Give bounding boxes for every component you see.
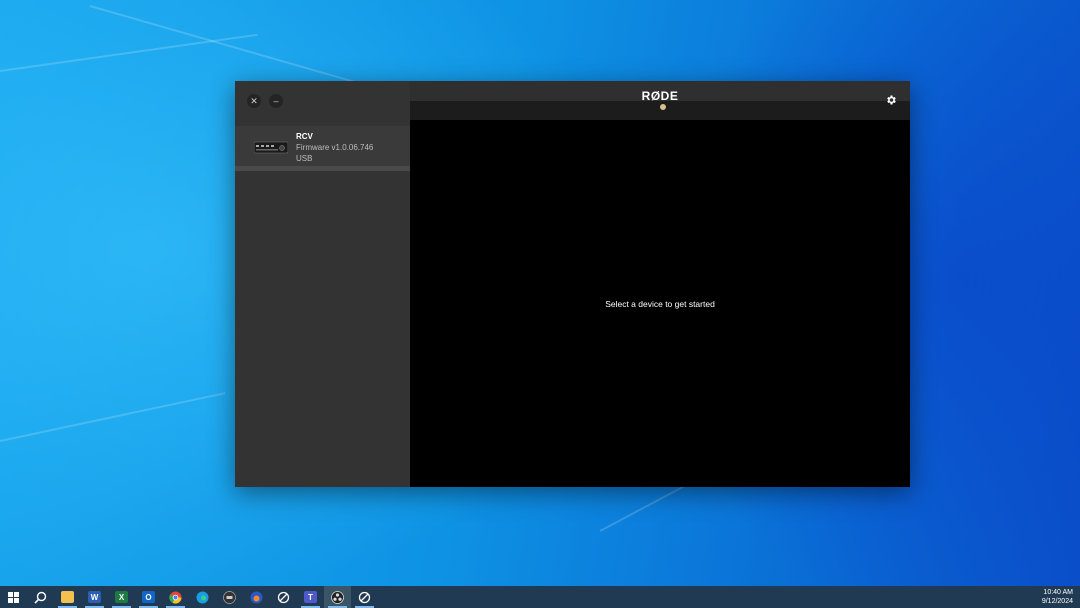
gear-icon[interactable]	[885, 94, 897, 106]
file-explorer-icon[interactable]	[54, 586, 81, 608]
taskbar: W X O T 10:40 AM 9/12/2024	[0, 586, 1080, 608]
outlook-icon[interactable]: O	[135, 586, 162, 608]
clock-time: 10:40 AM	[1043, 589, 1073, 596]
search-icon[interactable]	[27, 586, 54, 608]
device-connection: USB	[296, 154, 313, 163]
status-dot-icon	[660, 104, 666, 110]
device-sidebar: ✕ – RCV Firmware v1.0.06.746 USB	[235, 81, 410, 487]
chrome-icon[interactable]	[162, 586, 189, 608]
word-icon[interactable]: W	[81, 586, 108, 608]
device-firmware: Firmware v1.0.06.746	[296, 143, 374, 152]
system-clock[interactable]: 10:40 AM 9/12/2024	[1042, 588, 1073, 606]
top-bar: RØDE	[410, 81, 910, 120]
rode-central-window: ✕ – RCV Firmware v1.0.06.746 USB RØDE Se…	[235, 81, 910, 487]
window-controls: ✕ –	[247, 94, 283, 108]
empty-state-message: Select a device to get started	[605, 299, 715, 309]
teams-icon[interactable]: T	[297, 586, 324, 608]
clock-date: 9/12/2024	[1041, 598, 1073, 605]
device-info: RCV Firmware v1.0.06.746 USB	[296, 131, 373, 164]
close-button[interactable]: ✕	[247, 94, 261, 108]
minimize-button[interactable]: –	[269, 94, 283, 108]
rcv-device-icon	[254, 141, 288, 154]
device-name: RCV	[296, 132, 313, 141]
rode-logo: RØDE	[641, 89, 679, 103]
windows-start-icon[interactable]	[0, 586, 27, 608]
calculator-icon[interactable]	[216, 586, 243, 608]
obs-icon[interactable]	[324, 586, 351, 608]
edge-icon[interactable]	[189, 586, 216, 608]
excel-icon[interactable]: X	[108, 586, 135, 608]
rode-app-icon[interactable]	[270, 586, 297, 608]
browser-icon[interactable]	[243, 586, 270, 608]
device-list-item-rcv[interactable]: RCV Firmware v1.0.06.746 USB	[235, 126, 410, 171]
rode-central-icon[interactable]	[351, 586, 378, 608]
main-panel: RØDE Select a device to get started	[410, 81, 910, 487]
